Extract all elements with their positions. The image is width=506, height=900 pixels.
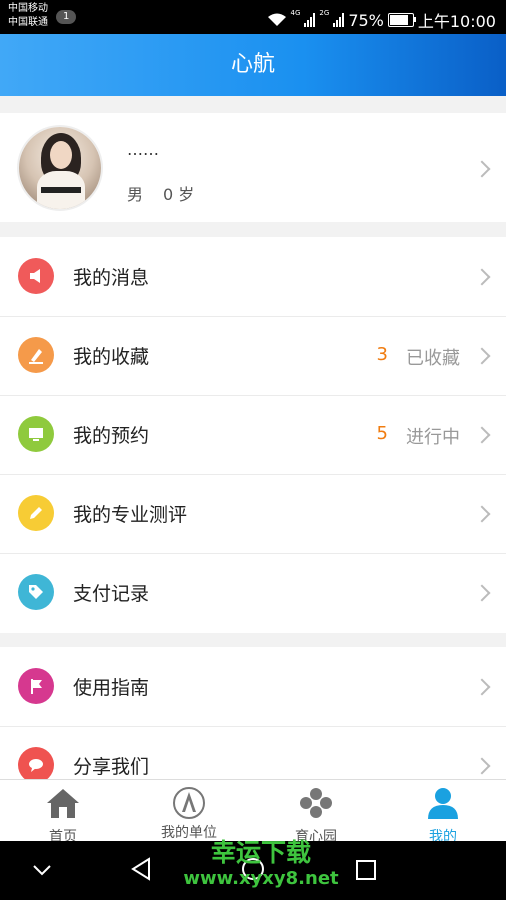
flag-icon [18,668,54,704]
chevron-right-icon [473,426,491,444]
menu-item-messages[interactable]: 我的消息 [0,237,506,317]
watermark-url: www.xyxy8.net [183,868,339,889]
speaker-icon [18,258,54,294]
notification-badge: 1 [56,10,77,24]
menu-item-label: 我的收藏 [73,346,150,368]
watermark-title: 幸运下载 [210,838,311,867]
carrier-info: 中国移动 中国联通 [8,2,48,30]
profile-gender: 男 [127,185,144,204]
flower-icon [300,788,332,818]
chevron-right-icon [473,584,491,602]
carrier-2: 中国联通 [8,17,48,28]
tab-home[interactable]: 首页 [0,780,126,845]
app-header: 心航 [0,34,506,96]
person-icon [428,788,458,819]
tab-garden[interactable]: 育心园 [253,780,379,845]
menu-item-appointments[interactable]: 我的预约 5 进行中 [0,395,506,475]
menu-group-help: 使用指南 分享我们 [0,647,506,779]
tab-me[interactable]: 我的 [380,780,506,845]
chevron-right-icon [473,347,491,365]
home-icon [47,789,79,818]
chevron-down-icon[interactable] [32,863,52,877]
menu-item-favorites[interactable]: 我的收藏 3 已收藏 [0,316,506,396]
pencil-icon [18,495,54,531]
profile-chevron-icon [473,160,491,178]
profile-nickname: …… [127,140,159,159]
chevron-right-icon [473,757,491,775]
tag-icon [18,574,54,610]
menu-item-label: 我的消息 [73,267,150,289]
carrier-1: 中国移动 [8,3,48,14]
menu-item-label: 分享我们 [73,756,150,778]
battery-icon [387,13,416,27]
menu-group-account: 我的消息 我的收藏 3 已收藏 我的预约 5 进行中 我的专业测评 支付记录 [0,237,506,633]
status-indicators: 4G 2G 75% 上午10:00 [267,8,496,32]
menu-item-assessment[interactable]: 我的专业测评 [0,474,506,554]
network-type-2: 2G [319,9,330,17]
recent-apps-icon[interactable] [355,859,377,881]
wifi-icon [267,13,286,26]
chevron-right-icon [473,268,491,286]
menu-item-payments[interactable]: 支付记录 [0,553,506,632]
tab-my-unit[interactable]: 我的单位 [126,780,252,842]
back-icon[interactable] [130,857,152,881]
menu-item-label: 我的预约 [73,425,150,447]
menu-item-share[interactable]: 分享我们 [0,726,506,779]
battery-percent: 75% [348,10,384,30]
profile-card[interactable] [0,113,506,222]
status-bar: 中国移动 中国联通 1 4G 2G 75% 上午10:00 [0,0,506,34]
favorites-status: 已收藏 [406,348,460,369]
menu-item-label: 支付记录 [73,583,150,605]
profile-age: 0 岁 [163,185,195,204]
menu-item-label: 我的专业测评 [73,504,188,526]
chevron-right-icon [473,678,491,696]
signal-icon-1 [304,13,316,27]
caac-logo-icon [173,787,205,819]
clock: 上午10:00 [417,12,496,31]
avatar[interactable] [19,127,101,209]
menu-item-guide[interactable]: 使用指南 [0,647,506,727]
appointments-count: 5 [376,423,388,444]
watermark: 幸运下载 www.xyxy8.net [176,838,346,890]
signal-icon-2 [333,13,345,27]
appointments-status: 进行中 [406,427,460,448]
chat-bubble-icon [18,747,54,779]
monitor-icon [18,416,54,452]
bookmark-icon [18,337,54,373]
network-type-1: 4G [290,9,301,17]
menu-item-label: 使用指南 [73,677,150,699]
chevron-right-icon [473,505,491,523]
favorites-count: 3 [376,344,388,365]
profile-meta: 男 0 岁 [127,181,194,205]
bottom-nav: 首页 我的单位 育心园 我的 [0,779,506,845]
page-title: 心航 [230,52,275,77]
